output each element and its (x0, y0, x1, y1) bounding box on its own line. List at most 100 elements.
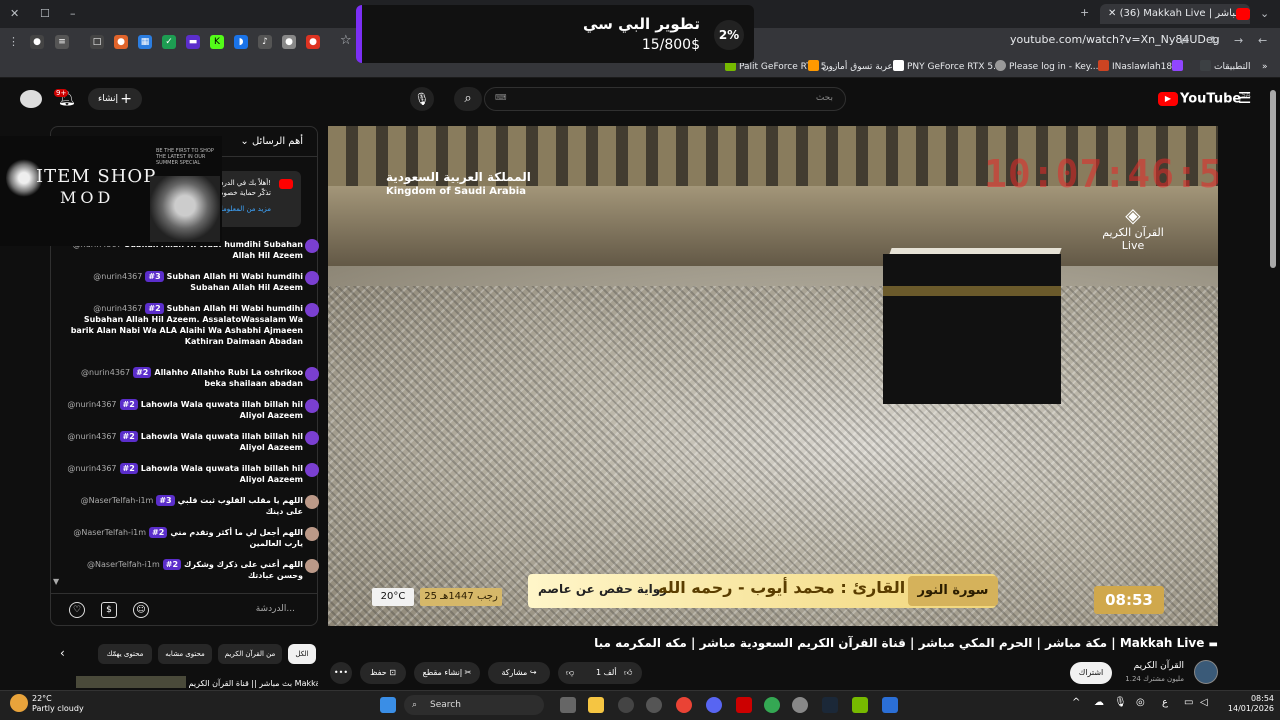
guide-menu-icon[interactable]: ☰ (1238, 89, 1251, 107)
search-icon[interactable]: ⌕ (454, 87, 482, 111)
extension-icon[interactable]: ▦ (138, 35, 152, 49)
menu-dots-icon[interactable]: ⋮ (8, 35, 19, 49)
chevron-left-icon[interactable]: ‹ (60, 646, 65, 660)
task-view-icon[interactable] (560, 697, 576, 713)
bookmark-item[interactable]: PNY GeForce RTX 5... (893, 60, 1002, 74)
channel-name[interactable]: القرآن الكريم (1134, 661, 1184, 671)
avatar (305, 303, 319, 317)
emoji-icon[interactable]: ☺ (133, 602, 149, 618)
tray-icon[interactable]: ☁ (1094, 697, 1104, 708)
account-avatar[interactable] (20, 90, 42, 108)
bookmark-item[interactable]: INaslawlah18 (1098, 60, 1172, 74)
search-input[interactable]: بحث ⌨ (484, 87, 846, 111)
bookmark-icon: ⊡ (389, 668, 396, 677)
file-explorer-icon[interactable] (588, 697, 604, 713)
extension-icon[interactable]: ● (306, 35, 320, 49)
tab-close-icon[interactable]: ✕ (1108, 8, 1116, 19)
forward-icon[interactable]: → (1234, 34, 1243, 48)
keyboard-layout-icon[interactable]: ع (1162, 697, 1168, 708)
clip-button[interactable]: إنشاء مقطع ✂ (414, 662, 480, 684)
more-bookmarks-icon[interactable]: » (1262, 60, 1268, 74)
voice-search-icon[interactable]: 🎙︎ (410, 87, 434, 111)
channel-avatar[interactable] (1194, 660, 1218, 684)
back-icon[interactable]: ← (1258, 34, 1267, 48)
video-background (328, 186, 1218, 276)
dislike-icon[interactable]: 👎︎ (566, 662, 574, 684)
share-button[interactable]: مشاركة ↪ (488, 662, 550, 684)
heart-icon[interactable]: ♡ (69, 602, 85, 618)
volume-icon[interactable]: ◁ (1200, 697, 1208, 708)
chip-from-quran[interactable]: من القرآن الكريم (218, 644, 282, 664)
profile-icon[interactable]: ● (30, 35, 44, 49)
settings-icon[interactable] (646, 697, 662, 713)
new-tab-icon[interactable]: + (1080, 6, 1089, 20)
like-icon[interactable]: 👍︎ (624, 662, 632, 684)
subscribe-button[interactable]: اشتراك (1070, 662, 1112, 684)
kick-extension-icon[interactable]: K (210, 35, 224, 49)
tray-chevron-icon[interactable]: ^ (1072, 697, 1080, 708)
ksa-label-arabic: المملكة العربية السعودية (386, 170, 531, 184)
apps-bookmark[interactable]: التطبيقات (1200, 60, 1251, 74)
weather-icon[interactable] (10, 694, 28, 712)
network-icon[interactable]: ▭ (1184, 697, 1193, 708)
window-minimize-icon[interactable]: – (70, 7, 76, 21)
steam-icon[interactable] (822, 697, 838, 713)
page-scrollbar[interactable] (1270, 90, 1276, 268)
app-icon[interactable] (736, 697, 752, 713)
extension-icon[interactable]: ≡ (55, 35, 69, 49)
extension-icon[interactable]: ▬ (186, 35, 200, 49)
amazon-icon (808, 60, 819, 71)
chrome-icon[interactable] (676, 697, 692, 713)
more-info-link[interactable]: مزيد من المعلومات (214, 205, 271, 213)
reload-icon[interactable]: ↻ (1210, 34, 1219, 48)
tab-makkah-live[interactable]: ✕ (36) Makkah Live | مكة مباشر (1100, 4, 1250, 24)
create-button[interactable]: إنشاء + (88, 88, 142, 110)
window-maximize-icon[interactable]: ☐ (40, 7, 50, 21)
volume-icon[interactable]: ♪ (258, 35, 272, 49)
twitch-bookmark-icon[interactable] (1172, 60, 1186, 74)
recommended-video[interactable]: بث مباشر || قناة القرآن الكريم Makkah (76, 676, 318, 690)
bookmark-item[interactable]: عربة تسوق أمازون (808, 60, 893, 74)
app-icon[interactable] (882, 697, 898, 713)
chip-similar[interactable]: محتوى مشابه (158, 644, 212, 664)
language-icon[interactable]: ◎ (1136, 697, 1145, 708)
app-icon[interactable] (618, 697, 634, 713)
extension-icon[interactable]: ● (114, 35, 128, 49)
tab-search-icon[interactable]: ⌄ (1260, 7, 1269, 21)
nvidia-icon[interactable] (852, 697, 868, 713)
item-shop-overlay: BE THE FIRST TO SHOP THE LATEST IN OUR S… (0, 136, 222, 246)
chat-mode-selector[interactable]: ⌄ أهم الرسائل (240, 136, 303, 147)
chat-input[interactable]: ♡ $ ☺ الدردشة... (51, 593, 317, 625)
extension-icon[interactable]: □ (90, 35, 104, 49)
bookmark-item[interactable]: Please log in - Key... (995, 60, 1098, 74)
chip-all[interactable]: الكل (288, 644, 316, 664)
video-player[interactable]: المملكة العربية السعودية Kingdom of Saud… (328, 126, 1218, 626)
app-icon[interactable] (792, 697, 808, 713)
bookmark-star-icon[interactable]: ☆ (340, 34, 352, 48)
more-actions-button[interactable]: ••• (330, 662, 352, 684)
microphone-icon[interactable]: 🎙︎ (1114, 697, 1127, 708)
extension-icon[interactable]: ◗ (234, 35, 248, 49)
chat-placeholder: الدردشة... (255, 604, 295, 614)
keyboard-icon[interactable]: ⌨ (495, 93, 507, 102)
popup-percent: 2% (714, 20, 744, 50)
weather-widget[interactable]: 22°C Partly cloudy (32, 694, 84, 714)
chrome-icon[interactable] (764, 697, 780, 713)
apps-grid-icon (1200, 60, 1211, 71)
taskbar-search[interactable]: ⌕ Search (404, 695, 544, 715)
extension-icon[interactable]: ✓ (162, 35, 176, 49)
member-badge: #2 (149, 527, 168, 538)
taskbar-clock[interactable]: 08:54 14/01/2026 (1224, 694, 1274, 714)
scroll-down-icon[interactable]: ▼ (53, 577, 59, 586)
super-chat-icon[interactable]: $ (101, 602, 117, 618)
discord-icon[interactable] (706, 697, 722, 713)
ksa-label-english: Kingdom of Saudi Arabia (386, 186, 526, 197)
windows-start-icon[interactable] (380, 697, 396, 713)
chip-for-you[interactable]: محتوى يهمّك (98, 644, 152, 664)
window-close-icon[interactable]: ✕ (10, 7, 19, 21)
like-count: 1 ألف (596, 668, 617, 677)
youtube-logo[interactable]: ▶ YouTubeSA (1158, 91, 1251, 107)
save-button[interactable]: حفظ ⊡ (360, 662, 406, 684)
site-settings-icon[interactable]: ⇄ (1180, 34, 1189, 48)
extension-icon[interactable]: ● (282, 35, 296, 49)
